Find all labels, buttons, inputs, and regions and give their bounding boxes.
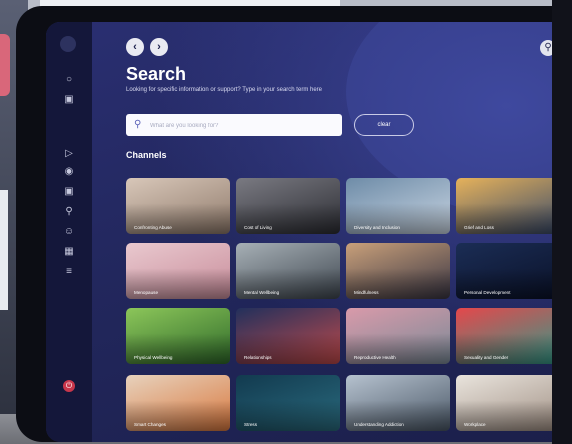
sidebar: ○ ▣ ▷ ◉ ▣ ⚲ ☺ ▦ ≡ ⏻ bbox=[46, 22, 92, 442]
channel-card[interactable]: Smart Changes bbox=[126, 375, 230, 431]
channel-label: Workplace bbox=[464, 422, 486, 427]
channel-label: Smart Changes bbox=[134, 422, 166, 427]
channel-label: Relationships bbox=[244, 355, 272, 360]
channel-label: Reproductive Health bbox=[354, 355, 396, 360]
channel-card[interactable]: Confronting Abuse bbox=[126, 178, 230, 234]
list-icon[interactable]: ≡ bbox=[63, 266, 75, 278]
channel-card[interactable]: Mindfulness bbox=[346, 243, 450, 299]
book-icon[interactable]: ▣ bbox=[63, 94, 75, 106]
search-bar[interactable]: ⚲ bbox=[126, 114, 342, 136]
logo-icon bbox=[60, 36, 76, 52]
channels-heading: Channels bbox=[126, 150, 167, 160]
channel-card[interactable]: Reproductive Health bbox=[346, 308, 450, 364]
search-icon[interactable]: ⚲ bbox=[63, 206, 75, 218]
channel-label: Mindfulness bbox=[354, 290, 379, 295]
channel-label: Diversity and Inclusion bbox=[354, 225, 400, 230]
person-icon[interactable]: ☺ bbox=[63, 226, 75, 238]
channel-label: Mental Wellbeing bbox=[244, 290, 280, 295]
channel-label: Cost of Living bbox=[244, 225, 272, 230]
background-edge bbox=[552, 0, 572, 444]
channel-card[interactable]: Menopause bbox=[126, 243, 230, 299]
channel-card[interactable]: Personal Development bbox=[456, 243, 560, 299]
channel-label: Sexuality and Gender bbox=[464, 355, 509, 360]
channel-card[interactable]: Cost of Living bbox=[236, 178, 340, 234]
power-icon[interactable]: ⏻ bbox=[63, 380, 75, 392]
calendar-icon[interactable]: ▦ bbox=[63, 246, 75, 258]
chevron-left-icon: ‹ bbox=[133, 41, 137, 53]
clear-button[interactable]: clear bbox=[354, 114, 414, 136]
play-icon[interactable]: ▷ bbox=[63, 148, 75, 160]
channel-label: Grief and Loss bbox=[464, 225, 494, 230]
page-title: Search bbox=[126, 64, 187, 84]
search-input[interactable] bbox=[148, 118, 338, 134]
channel-label: Understanding Addiction bbox=[354, 422, 404, 427]
channel-card[interactable]: Workplace bbox=[456, 375, 560, 431]
cart-icon[interactable]: ▣ bbox=[63, 186, 75, 198]
channel-card[interactable]: Sexuality and Gender bbox=[456, 308, 560, 364]
channel-card[interactable]: Grief and Loss bbox=[456, 178, 560, 234]
channel-label: Personal Development bbox=[464, 290, 511, 295]
channel-label: Physical Wellbeing bbox=[134, 355, 173, 360]
channel-card[interactable]: Diversity and Inclusion bbox=[346, 178, 450, 234]
channel-card[interactable]: Physical Wellbeing bbox=[126, 308, 230, 364]
back-button[interactable]: ‹ bbox=[126, 38, 144, 56]
channel-label: Confronting Abuse bbox=[134, 225, 172, 230]
page-subtitle: Looking for specific information or supp… bbox=[126, 87, 322, 93]
chevron-right-icon: › bbox=[157, 41, 161, 53]
channel-card[interactable]: Relationships bbox=[236, 308, 340, 364]
channel-label: Stress bbox=[244, 422, 258, 427]
search-icon: ⚲ bbox=[134, 119, 142, 130]
channel-label: Menopause bbox=[134, 290, 159, 295]
user-icon[interactable]: ○ bbox=[63, 74, 75, 86]
location-icon[interactable]: ◉ bbox=[63, 166, 75, 178]
channel-card[interactable]: Understanding Addiction bbox=[346, 375, 450, 431]
channel-card[interactable]: Mental Wellbeing bbox=[236, 243, 340, 299]
channel-card[interactable]: Stress bbox=[236, 375, 340, 431]
tablet-frame: ○ ▣ ▷ ◉ ▣ ⚲ ☺ ▦ ≡ ⏻ ‹ › ⚲ ● Search Looki… bbox=[16, 6, 572, 442]
forward-button[interactable]: › bbox=[150, 38, 168, 56]
app-screen: ○ ▣ ▷ ◉ ▣ ⚲ ☺ ▦ ≡ ⏻ ‹ › ⚲ ● Search Looki… bbox=[46, 22, 572, 442]
